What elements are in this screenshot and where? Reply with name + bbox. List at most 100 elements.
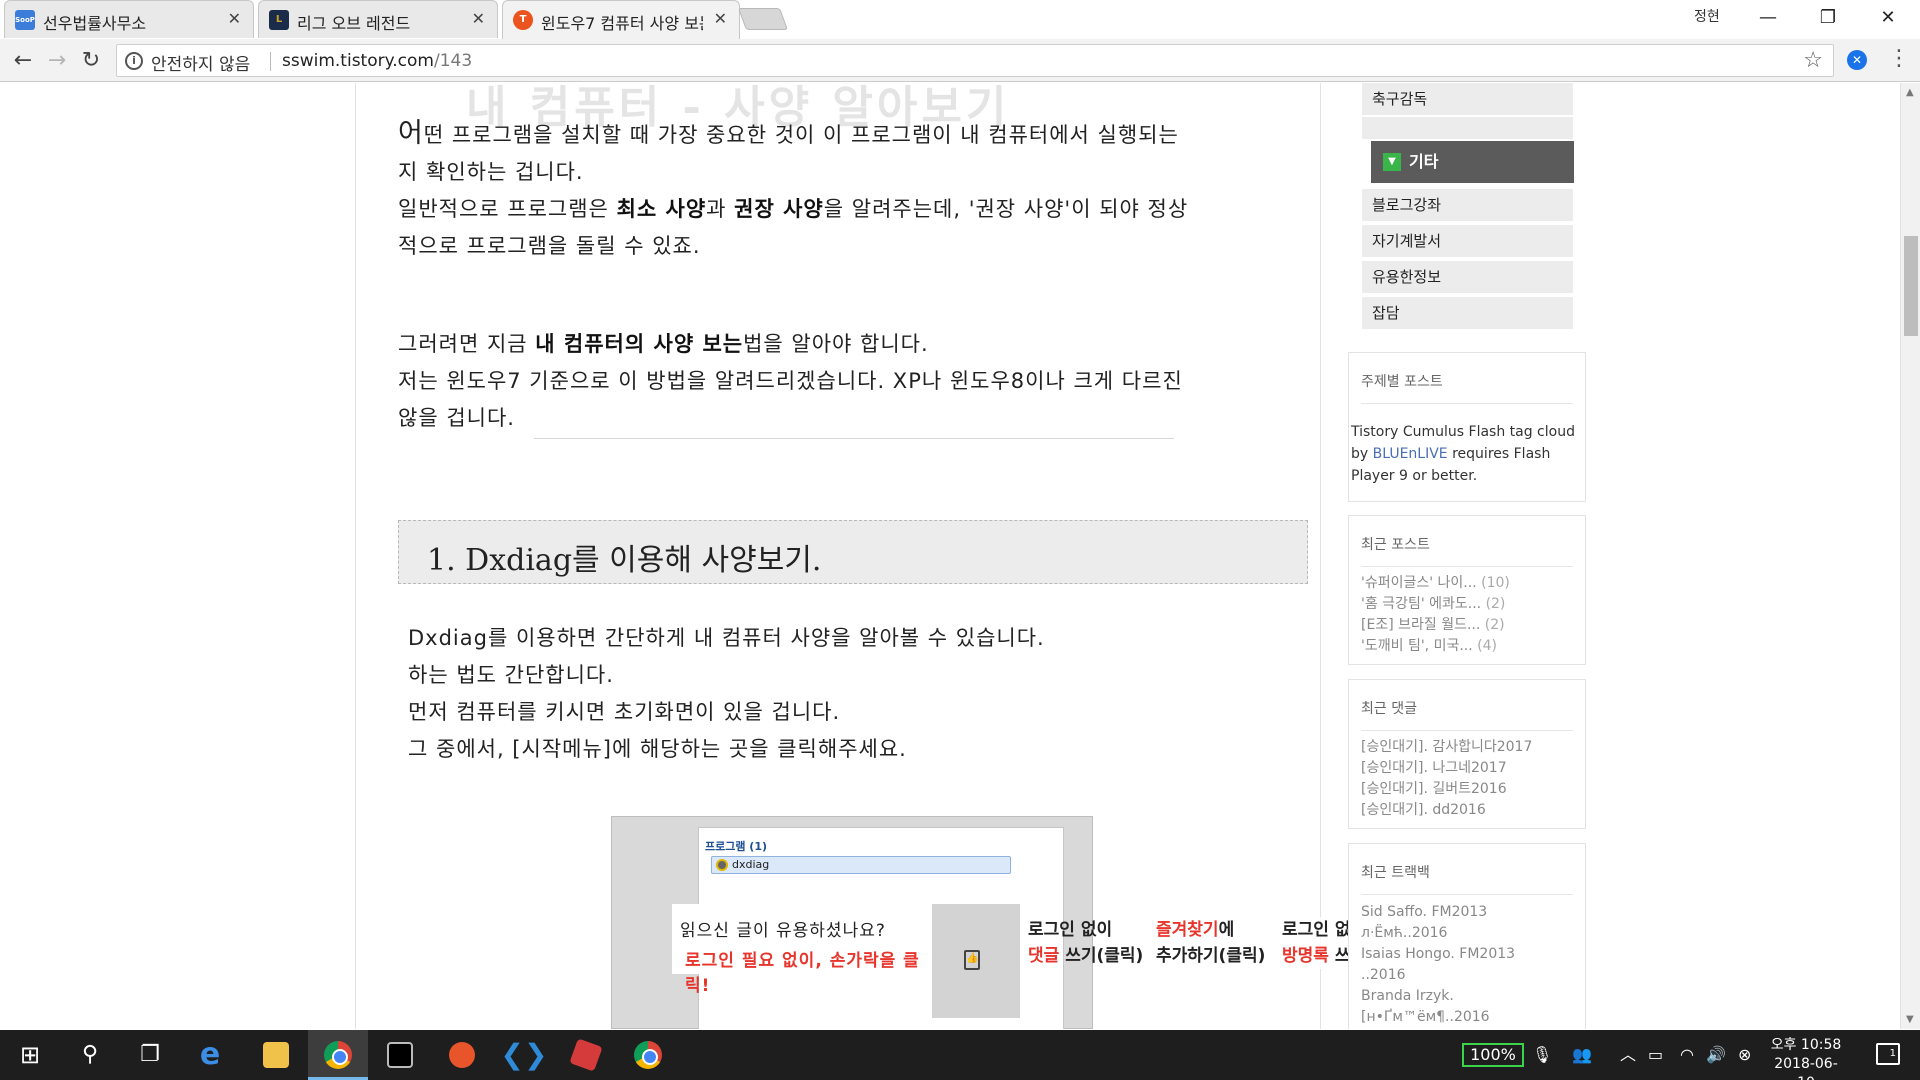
tag-cloud-box: 주제별 포스트 Tistory Cumulus Flash tag cloud … — [1348, 352, 1586, 502]
paragraph-dxdiag: Dxdiag를 이용하면 간단하게 내 컴퓨터 사양을 알아볼 수 있습니다. … — [408, 620, 1045, 694]
box-title: 최근 댓글 — [1361, 701, 1417, 717]
category-head[interactable]: ▼ 기타 — [1371, 141, 1574, 183]
recent-comment-link[interactable]: [승인대기]. 감사합니다2017 — [1361, 736, 1532, 756]
expand-icon: ▼ — [1383, 153, 1401, 171]
address-bar[interactable]: i 안전하지 않음 sswim.tistory.com/143 ☆ — [116, 44, 1834, 77]
trackback-link[interactable]: Isaias Hongo. FM2013 — [1361, 946, 1515, 962]
category-spacer — [1362, 117, 1573, 141]
battery-indicator[interactable]: 100% — [1462, 1043, 1524, 1067]
file-explorer-app[interactable] — [246, 1030, 306, 1080]
start-button[interactable]: ⊞ — [0, 1030, 60, 1080]
recent-post-link[interactable]: '슈퍼이글스' 나이... (10) — [1361, 572, 1510, 592]
recent-trackbacks-box: 최근 트랙백 Sid Saffo. FM2013 л·Ёмћ..2016 Isa… — [1348, 843, 1586, 1029]
terminal-app[interactable] — [370, 1030, 430, 1080]
vertical-scrollbar[interactable]: ▲ ▼ — [1900, 83, 1920, 1029]
divider — [1361, 894, 1573, 895]
category-item[interactable]: 잡담 — [1362, 297, 1573, 331]
pen-app[interactable] — [432, 1030, 492, 1080]
bold-text: 권장 사양 — [734, 197, 824, 221]
mic-icon[interactable]: 🎙 — [1532, 1030, 1552, 1080]
like-button[interactable]: 👍 — [932, 904, 1020, 1018]
separator — [270, 52, 271, 71]
trackback-link[interactable]: Sid Saffo. FM2013 — [1361, 904, 1487, 920]
url-text[interactable]: sswim.tistory.com/143 — [282, 51, 472, 71]
scroll-thumb[interactable] — [1904, 236, 1918, 336]
recent-post-link[interactable]: '도깨비 팀', 미국... (4) — [1361, 635, 1497, 655]
forward-button[interactable]: → — [42, 46, 72, 76]
text: 저는 윈도우7 기준으로 이 방법을 알려드리겠습니다. XP나 윈도우8이나 … — [398, 369, 1183, 393]
recent-post-link[interactable]: [E조] 브라질 월드... (2) — [1361, 614, 1505, 634]
category-item[interactable]: 유용한정보 — [1362, 261, 1573, 295]
divider — [1361, 403, 1573, 404]
favorite-link[interactable]: 즐겨찾기에 추가하기(클릭) — [1156, 917, 1265, 969]
windows-taskbar: ⊞ ⚲ ❐ e ❮❯ 100% 🎙 👥 ︿ ▭ ◠ 🔊 ⊗ 오후 10:58 2… — [0, 1030, 1920, 1080]
scroll-down-icon[interactable]: ▼ — [1906, 1014, 1914, 1025]
chrome-icon — [634, 1041, 662, 1069]
tab-close-icon[interactable]: ✕ — [472, 9, 485, 28]
chrome-app[interactable] — [308, 1030, 368, 1080]
tab-law-office[interactable]: SooP 선우법률사무소 ✕ — [4, 0, 254, 38]
clock[interactable]: 오후 10:58 2018-06-10 — [1768, 1036, 1844, 1080]
notification-center-icon[interactable]: 1 — [1876, 1043, 1900, 1065]
close-window-button[interactable]: ✕ — [1868, 4, 1908, 32]
tab-title: 윈도우7 컴퓨터 사양 보는 — [541, 14, 703, 33]
recent-comment-link[interactable]: [승인대기]. 길버트2016 — [1361, 778, 1507, 798]
tab-close-icon[interactable]: ✕ — [228, 9, 241, 28]
wifi-icon[interactable]: ◠ — [1680, 1030, 1694, 1080]
chrome-app-2[interactable] — [618, 1030, 678, 1080]
task-view-button[interactable]: ❐ — [120, 1030, 180, 1080]
new-tab-button[interactable] — [737, 8, 789, 30]
minimize-button[interactable]: — — [1748, 4, 1788, 32]
text: 즐겨찾기 — [1156, 920, 1219, 940]
category-item[interactable]: 자기계발서 — [1362, 225, 1573, 259]
overlay-cta[interactable]: 로그인 필요 없이, 손가락을 클릭! — [685, 946, 932, 996]
paint-app[interactable] — [556, 1030, 616, 1080]
soop-favicon-icon: SooP — [15, 10, 35, 30]
recent-post-link[interactable]: '홈 극강팀' 에콰도... (2) — [1361, 593, 1505, 613]
share-overlay: 읽으신 글이 유용하셨나요? 로그인 필요 없이, 손가락을 클릭! 👍 로그인… — [672, 904, 1413, 1029]
text: 적으로 프로그램을 돌릴 수 있죠. — [398, 234, 701, 258]
tistory-favicon-icon: T — [513, 10, 533, 30]
search-icon: ⚲ — [81, 1042, 99, 1067]
trackback-link[interactable]: л·Ёмћ..2016 — [1361, 925, 1447, 941]
clock-date: 2018-06-10 — [1774, 1056, 1838, 1080]
text: 에 — [1218, 920, 1235, 940]
terminal-icon — [387, 1042, 413, 1068]
text: 떤 프로그램을 설치할 때 가장 중요한 것이 이 프로그램이 내 컴퓨터에서 … — [423, 123, 1179, 147]
battery-icon[interactable]: ▭ — [1648, 1030, 1663, 1080]
scroll-up-icon[interactable]: ▲ — [1906, 87, 1914, 98]
profile-name[interactable]: 정현 — [1694, 6, 1720, 26]
reload-button[interactable]: ↻ — [76, 46, 106, 76]
extension-icon[interactable]: ✕ — [1847, 50, 1867, 70]
security-status[interactable]: 안전하지 않음 — [151, 50, 250, 75]
recent-comment-link[interactable]: [승인대기]. dd2016 — [1361, 799, 1486, 819]
tab-windows7-specs[interactable]: T 윈도우7 컴퓨터 사양 보는 ✕ — [502, 0, 740, 39]
tab-league-of-legends[interactable]: L 리그 오브 레전드 ✕ — [258, 0, 498, 38]
maximize-button[interactable]: ❐ — [1808, 4, 1848, 32]
trackback-link[interactable]: Branda Irzyk. — [1361, 988, 1454, 1004]
trackback-link[interactable]: ..2016 — [1361, 967, 1406, 983]
edge-app[interactable]: e — [180, 1030, 240, 1080]
tab-close-icon[interactable]: ✕ — [714, 9, 727, 28]
recent-comment-link[interactable]: [승인대기]. 나그네2017 — [1361, 757, 1507, 777]
bookmark-star-icon[interactable]: ☆ — [1803, 48, 1823, 73]
comment-link[interactable]: 로그인 없이 댓글 쓰기(클릭) — [1028, 917, 1143, 969]
status-x-icon[interactable]: ⊗ — [1738, 1030, 1751, 1080]
volume-icon[interactable]: 🔊 — [1706, 1030, 1726, 1080]
tab-title: 선우법률사무소 — [43, 14, 147, 33]
bluenlive-link[interactable]: BLUEnLIVE — [1373, 446, 1448, 462]
text: 댓글 — [1028, 946, 1060, 966]
vscode-app[interactable]: ❮❯ — [494, 1030, 554, 1080]
page-viewport: 내 컴퓨터 - 사양 알아보기 어떤 프로그램을 설치할 때 가장 중요한 것이… — [0, 83, 1900, 1029]
back-button[interactable]: ← — [8, 46, 38, 76]
info-icon[interactable]: i — [125, 52, 143, 70]
category-item[interactable]: 블로그강좌 — [1362, 189, 1573, 223]
search-button[interactable]: ⚲ — [60, 1030, 120, 1080]
category-item[interactable]: 축구감독 — [1362, 83, 1573, 117]
people-icon[interactable]: 👥 — [1572, 1030, 1592, 1080]
show-hidden-icons[interactable]: ︿ — [1620, 1030, 1636, 1080]
text: 그러려면 지금 — [398, 332, 536, 356]
windows-logo-icon: ⊞ — [19, 1041, 41, 1069]
browser-menu-icon[interactable]: ⋮ — [1888, 46, 1910, 71]
trackback-link[interactable]: [н•Ґм™ём¶..2016 — [1361, 1009, 1490, 1025]
